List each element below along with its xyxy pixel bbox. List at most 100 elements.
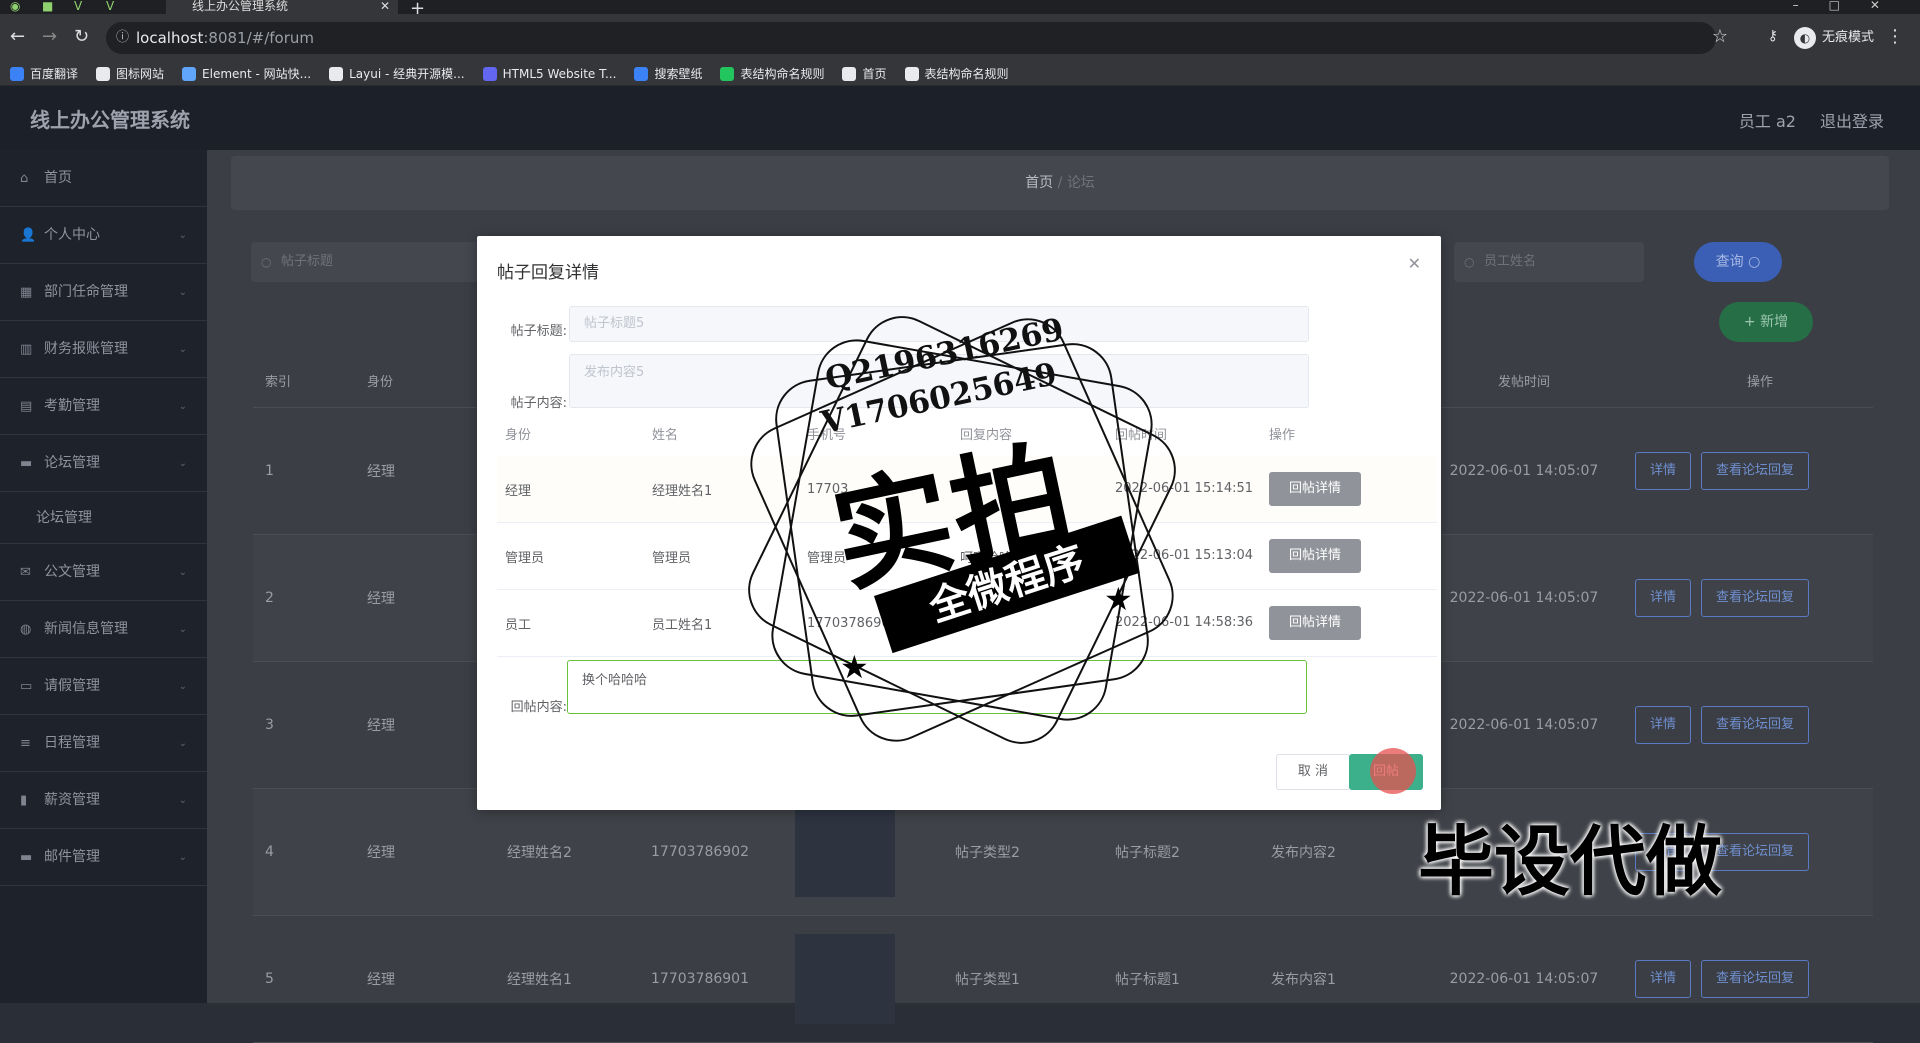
bookmark-item[interactable]: 百度翻译 xyxy=(10,65,78,82)
window-controls[interactable]: –□✕ xyxy=(1793,0,1910,12)
view-forum-reply-button[interactable]: 查看论坛回复 xyxy=(1701,452,1810,490)
bookmark-item[interactable]: 表结构命名规则 xyxy=(720,65,824,82)
star-icon: ★ xyxy=(840,648,869,686)
sidebar: ⌂ 首页 👤 个人中心 ⌄ ▦ 部门任命管理 ⌄ ▥ 财务报账管理 ⌄ ▤ 考勤管理 ⌄ ▬ 论坛管理 ⌄ 论坛管… xyxy=(0,150,207,1003)
chevron-down-icon: ⌄ xyxy=(178,401,187,412)
bookmark-label: 图标网站 xyxy=(116,67,165,81)
logout-link[interactable]: 退出登录 xyxy=(1820,108,1884,132)
view-forum-reply-button[interactable]: 查看论坛回复 xyxy=(1701,960,1810,998)
reply-detail-button[interactable]: 回帖详情 xyxy=(1269,472,1362,506)
incognito-label: 无痕模式 xyxy=(1821,30,1874,45)
chrome-icon[interactable]: ◉ xyxy=(10,0,24,12)
bookmark-item[interactable]: 首页 xyxy=(842,65,887,82)
reply-role: 管理员 xyxy=(505,550,545,566)
current-user: 员工 a2 xyxy=(1738,112,1796,131)
bookmark-label: 首页 xyxy=(862,67,887,81)
breadcrumb-current: 论坛 xyxy=(1066,175,1095,191)
active-tab-title: 线上办公管理系统 xyxy=(192,0,289,13)
sidebar-item-label: 邮件管理 xyxy=(44,849,100,865)
reply-detail-button[interactable]: 回帖详情 xyxy=(1269,606,1362,640)
forward-icon[interactable]: → xyxy=(42,28,57,46)
bookmark-item[interactable]: HTML5 Website T... xyxy=(482,66,616,81)
sidebar-item[interactable]: 👤 个人中心 ⌄ xyxy=(0,207,207,264)
cancel-button[interactable]: 取 消 xyxy=(1276,754,1350,790)
bookmark-icon xyxy=(329,66,344,81)
detail-button[interactable]: 详情 xyxy=(1635,452,1692,490)
sidebar-item-label: 请假管理 xyxy=(44,678,100,694)
reply-content-label: 回帖内容: xyxy=(510,700,567,715)
sidebar-item[interactable]: ▥ 财务报账管理 ⌄ xyxy=(0,321,207,378)
grid-icon: ▦ xyxy=(20,285,33,300)
sidebar-item[interactable]: ▬ 邮件管理 ⌄ xyxy=(0,829,207,886)
bookmark-icon xyxy=(842,66,857,81)
tab-close-icon[interactable]: ✕ xyxy=(380,0,390,12)
view-forum-reply-button[interactable]: 查看论坛回复 xyxy=(1701,706,1810,744)
post-title-filter-placeholder: 帖子标题 xyxy=(281,254,334,269)
bookmark-icon xyxy=(720,66,735,81)
sidebar-item-label: 首页 xyxy=(44,170,72,186)
row-type: 帖子类型1 xyxy=(955,972,1020,988)
query-button[interactable]: 查询 ○ xyxy=(1694,242,1782,282)
sidebar-item[interactable]: ▦ 部门任命管理 ⌄ xyxy=(0,264,207,321)
url-path: :8081/#/forum xyxy=(203,29,314,47)
bookmark-icon xyxy=(634,66,649,81)
breadcrumb-home[interactable]: 首页 xyxy=(1025,175,1053,191)
search-icon: ○ xyxy=(1464,255,1475,269)
reply-role: 经理 xyxy=(505,483,532,499)
reply-role: 员工 xyxy=(505,617,532,633)
close-icon[interactable]: ✕ xyxy=(1408,254,1421,273)
sidebar-item[interactable]: ✉ 公文管理 ⌄ xyxy=(0,544,207,601)
add-button[interactable]: + 新增 xyxy=(1719,302,1813,342)
incognito-badge[interactable]: ◐ 无痕模式 xyxy=(1793,26,1874,49)
top-nav: 线上办公管理系统 员工 a2 退出登录 xyxy=(0,86,1920,150)
reply-detail-button[interactable]: 回帖详情 xyxy=(1269,539,1362,573)
reload-icon[interactable]: ↻ xyxy=(74,28,89,46)
bookmark-item[interactable]: Element - 网站快... xyxy=(182,65,311,82)
row-name: 经理姓名2 xyxy=(507,845,572,861)
sidebar-item[interactable]: ⌂ 首页 xyxy=(0,150,207,207)
sidebar-item[interactable]: ▤ 考勤管理 ⌄ xyxy=(0,378,207,435)
row-content: 发布内容1 xyxy=(1271,972,1336,988)
view-forum-reply-button[interactable]: 查看论坛回复 xyxy=(1701,579,1810,617)
post-image xyxy=(795,934,895,1024)
bookmark-star-icon[interactable]: ☆ xyxy=(1712,26,1728,47)
bookmark-label: 表结构命名规则 xyxy=(924,67,1009,81)
detail-button[interactable]: 详情 xyxy=(1635,960,1692,998)
browser-menu-icon[interactable]: ⋮ xyxy=(1886,26,1904,47)
bookmark-item[interactable]: 图标网站 xyxy=(96,65,164,82)
sidebar-item[interactable]: ≡ 日程管理 ⌄ xyxy=(0,715,207,772)
query-label: 查询 xyxy=(1715,254,1744,270)
sidebar-item-label: 论坛管理 xyxy=(44,455,100,471)
active-tab[interactable]: 线上办公管理系统 ✕ xyxy=(166,0,398,14)
detail-button[interactable]: 详情 xyxy=(1635,706,1692,744)
header-index: 索引 xyxy=(265,375,292,390)
url-input[interactable]: ⓘ localhost:8081/#/forum xyxy=(106,22,1716,54)
sidebar-item-label: 考勤管理 xyxy=(44,398,100,414)
chevron-down-icon: ⌄ xyxy=(178,738,187,749)
user-icon: 👤 xyxy=(20,228,37,243)
key-icon[interactable]: ⚷ xyxy=(1768,28,1778,44)
bookmark-label: 搜索壁纸 xyxy=(654,67,703,81)
site-info-icon[interactable]: ⓘ xyxy=(116,22,129,54)
mail-icon: ✉ xyxy=(20,565,31,580)
vue-tab-icon-2[interactable]: V xyxy=(106,0,120,12)
sidebar-item[interactable]: ▮ 薪资管理 ⌄ xyxy=(0,772,207,829)
sidebar-item[interactable]: ▭ 请假管理 ⌄ xyxy=(0,658,207,715)
chevron-down-icon: ⌄ xyxy=(178,287,187,298)
detail-button[interactable]: 详情 xyxy=(1635,579,1692,617)
leave-icon: ▭ xyxy=(20,679,33,694)
home-icon: ⌂ xyxy=(20,171,29,186)
vue-tab-icon[interactable]: V xyxy=(74,0,88,12)
top-right-actions: 员工 a2 退出登录 xyxy=(1739,108,1884,132)
window-icon[interactable]: ■ xyxy=(42,0,56,12)
employee-name-filter[interactable]: ○ 员工姓名 xyxy=(1454,242,1644,282)
back-icon[interactable]: ← xyxy=(10,28,25,46)
bookmark-item[interactable]: 表结构命名规则 xyxy=(904,65,1009,82)
bookmark-item[interactable]: Layui - 经典开源模... xyxy=(329,65,465,82)
sidebar-item[interactable]: ▬ 论坛管理 ⌄ xyxy=(0,435,207,492)
sidebar-item[interactable]: ◍ 新闻信息管理 ⌄ xyxy=(0,601,207,658)
row-phone: 17703786901 xyxy=(651,971,749,987)
message-icon: ▬ xyxy=(20,850,33,865)
sidebar-subitem-forum[interactable]: 论坛管理 xyxy=(0,492,207,544)
bookmark-item[interactable]: 搜索壁纸 xyxy=(634,65,702,82)
